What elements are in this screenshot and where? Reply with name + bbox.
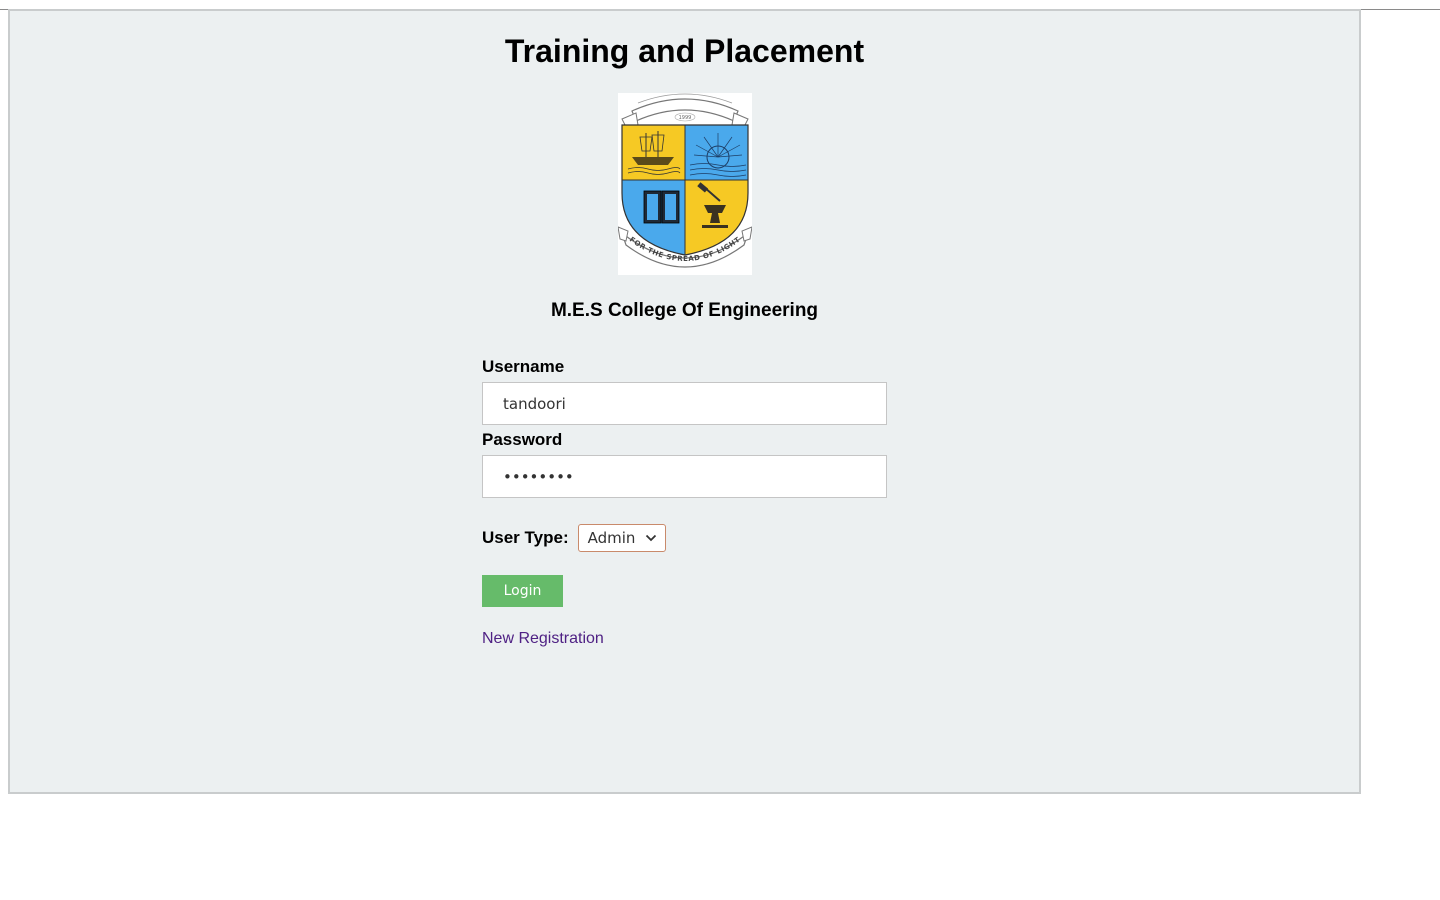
user-type-selected: Admin: [587, 529, 636, 547]
username-input[interactable]: [482, 382, 887, 425]
college-name: M.E.S College Of Engineering: [550, 300, 819, 321]
user-type-label: User Type:: [482, 528, 569, 547]
svg-text:1999: 1999: [679, 115, 692, 121]
college-logo: 1999 FOR THE SPREAD OF LIGHT: [618, 93, 752, 275]
new-registration-link[interactable]: New Registration: [482, 629, 604, 649]
page-title: Training and Placement: [504, 33, 865, 69]
login-form: Username Password User Type: Admin Login…: [482, 357, 888, 649]
user-type-row: User Type: Admin: [482, 524, 888, 552]
login-panel: Training and Placement 1999 FOR THE SPRE…: [8, 9, 1361, 794]
chevron-down-icon: [645, 534, 656, 542]
user-type-select[interactable]: Admin: [577, 524, 666, 552]
college-crest-icon: 1999 FOR THE SPREAD OF LIGHT: [618, 93, 752, 268]
username-label: Username: [482, 357, 565, 376]
password-label: Password: [482, 430, 563, 449]
password-input[interactable]: [482, 455, 887, 498]
login-button[interactable]: Login: [482, 575, 563, 607]
